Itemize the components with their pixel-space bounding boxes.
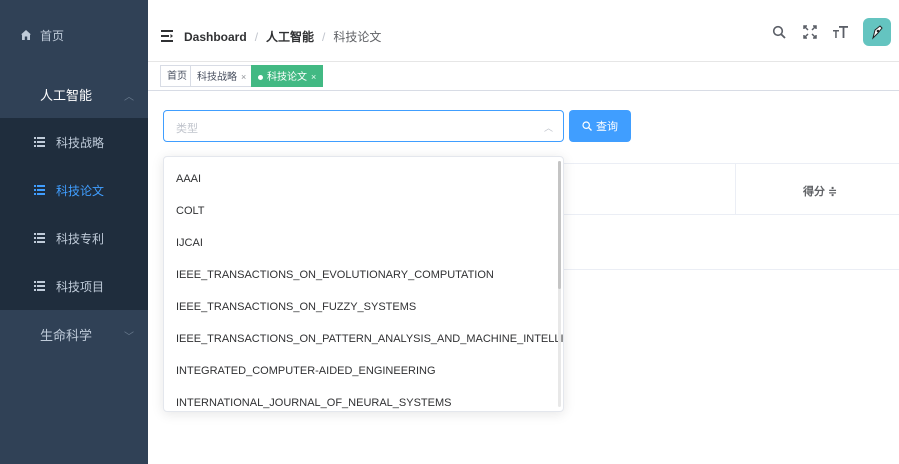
tag-strategy[interactable]: 科技战略 × <box>190 65 254 87</box>
sidebar-item-label: 科技战略 <box>56 135 105 150</box>
sidebar-group-life-science[interactable]: 生命科学 ﹀ <box>0 310 148 358</box>
dropdown-option[interactable]: INTERNATIONAL_JOURNAL_OF_NEURAL_SYSTEMS <box>164 387 560 411</box>
sidebar-item-label: 科技论文 <box>56 183 105 198</box>
dropdown-scrollbar-thumb[interactable] <box>558 161 561 289</box>
sidebar-item-projects[interactable]: 科技项目 <box>0 262 148 310</box>
navbar: Dashboard / 人工智能 / 科技论文 <box>148 0 899 62</box>
sidebar-group-label: 生命科学 <box>40 327 93 343</box>
hamburger-icon[interactable] <box>161 30 173 42</box>
sidebar: 首页 人工智能 ︿ 科技战略 科技论文 科技专利 科技项目 生命科学 ﹀ <box>0 0 148 464</box>
breadcrumb-current: 科技论文 <box>333 30 382 44</box>
dropdown-option[interactable]: IEEE_TRANSACTIONS_ON_PATTERN_ANALYSIS_AN… <box>164 323 563 355</box>
column-divider <box>735 164 736 214</box>
search-button-label: 查询 <box>596 121 618 133</box>
tag-label: 首页 <box>167 71 187 82</box>
tag-home[interactable]: 首页 <box>160 65 194 87</box>
sidebar-item-patents[interactable]: 科技专利 <box>0 214 148 262</box>
list-icon <box>34 185 45 195</box>
sidebar-item-home[interactable]: 首页 <box>0 0 148 70</box>
breadcrumb-separator: / <box>254 29 259 44</box>
dropdown-option[interactable]: IEEE_TRANSACTIONS_ON_FUZZY_SYSTEMS <box>164 291 560 323</box>
dropdown-option[interactable]: AAAI <box>164 163 560 195</box>
navbar-actions <box>757 18 891 46</box>
avatar-icon[interactable] <box>863 18 891 46</box>
list-icon <box>34 137 45 147</box>
dropdown-option[interactable]: IJCAI <box>164 227 560 259</box>
tag-label: 科技论文 <box>267 72 307 83</box>
sidebar-item-papers[interactable]: 科技论文 <box>0 166 148 214</box>
sidebar-group-ai[interactable]: 人工智能 ︿ <box>0 70 148 118</box>
chevron-down-icon: ﹀ <box>124 332 134 343</box>
select-placeholder: 类型 <box>176 123 198 135</box>
breadcrumb-dashboard[interactable]: Dashboard <box>184 30 247 44</box>
breadcrumb-section: 人工智能 <box>266 30 315 44</box>
dropdown-option[interactable]: COLT <box>164 195 560 227</box>
dropdown-option[interactable]: IEEE_TRANSACTIONS_ON_EVOLUTIONARY_COMPUT… <box>164 259 560 291</box>
list-icon <box>34 281 45 291</box>
type-select-dropdown: AAAI COLT IJCAI IEEE_TRANSACTIONS_ON_EVO… <box>163 156 564 412</box>
search-icon <box>582 121 592 131</box>
tags-view: 首页 科技战略 × 科技论文 × <box>148 62 899 91</box>
close-icon[interactable]: × <box>311 72 316 82</box>
fullscreen-icon[interactable] <box>801 23 819 41</box>
search-button[interactable]: 查询 <box>569 110 631 142</box>
sidebar-item-label: 科技项目 <box>56 279 105 294</box>
breadcrumb-separator: / <box>322 29 326 44</box>
search-icon[interactable] <box>770 23 788 41</box>
list-icon <box>34 233 45 243</box>
active-dot-icon <box>258 74 263 80</box>
home-icon <box>21 30 31 40</box>
sidebar-group-label: 人工智能 <box>40 87 93 103</box>
sidebar-item-label: 科技专利 <box>56 231 105 246</box>
breadcrumb: Dashboard / 人工智能 / 科技论文 <box>184 28 381 45</box>
tag-papers[interactable]: 科技论文 × <box>251 65 324 87</box>
column-header-score[interactable]: 得分 ≑ <box>803 183 837 199</box>
font-size-icon[interactable] <box>832 23 850 41</box>
tag-label: 科技战略 <box>197 72 237 83</box>
sidebar-item-strategy[interactable]: 科技战略 <box>0 118 148 166</box>
sidebar-item-label: 首页 <box>40 28 65 43</box>
chevron-up-icon: ︿ <box>124 92 134 103</box>
close-icon[interactable]: × <box>241 72 246 82</box>
chevron-up-icon: ︿ <box>543 123 553 133</box>
dropdown-option[interactable]: INTEGRATED_COMPUTER-AIDED_ENGINEERING <box>164 355 560 387</box>
type-select[interactable]: 类型 ︿ <box>163 110 564 142</box>
